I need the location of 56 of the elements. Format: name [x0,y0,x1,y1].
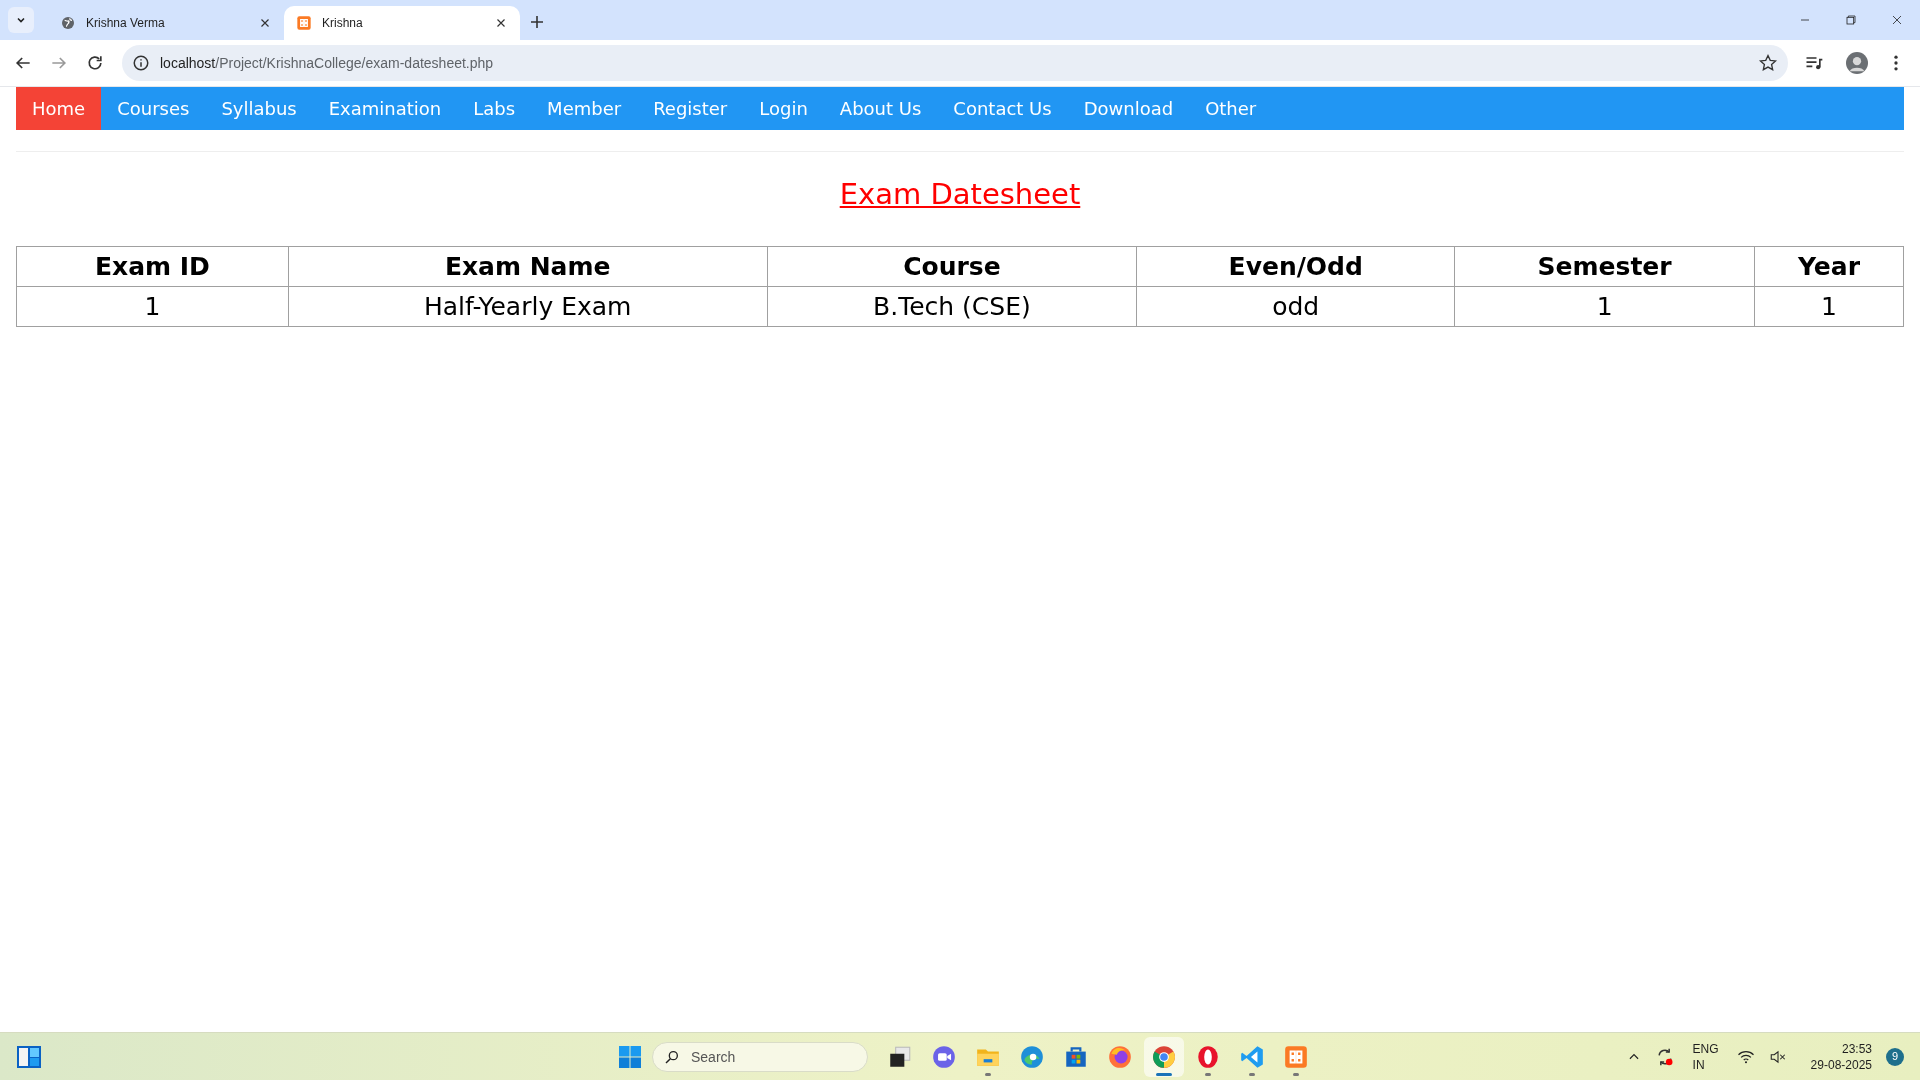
xampp-logo-icon [296,15,312,31]
column-header: Even/Odd [1136,246,1455,287]
edge-browser-icon [1019,1044,1045,1070]
store-bag-icon [1063,1044,1089,1070]
table-cell: Half-Yearly Exam [288,286,768,327]
table-cell: odd [1136,286,1455,327]
language-indicator[interactable]: ENG IN [1688,1040,1723,1073]
nav-link[interactable]: Login [743,87,824,130]
nav-link[interactable]: Examination [312,87,458,130]
browser-tab[interactable]: Krishna [284,6,520,40]
clock-date: 29-08-2025 [1810,1056,1872,1073]
opera-browser-icon [1195,1044,1221,1070]
column-header: Year [1754,246,1904,287]
firefox-browser-icon [1107,1044,1133,1070]
windows-start-icon[interactable] [618,1045,642,1069]
tab-title: Krishna Verma [86,15,166,32]
video-chat-icon [931,1044,957,1070]
nav-link[interactable]: Courses [101,87,206,130]
info-icon[interactable] [132,54,150,72]
nav-link[interactable]: Register [637,87,744,130]
code-editor-icon [1239,1044,1265,1070]
notification-count[interactable]: 9 [1886,1047,1904,1066]
clock-time: 23:53 [1841,1040,1872,1057]
address-bar[interactable]: localhost/Project/KrishnaCollege/exam-datesheet.php [122,45,1788,81]
task-view-icon [887,1044,913,1070]
reload-icon[interactable] [85,53,105,73]
nav-link[interactable]: About Us [823,87,938,130]
page-heading: Exam Datesheet [839,176,1081,213]
column-header: Exam ID [16,246,289,287]
new-tab-icon[interactable] [530,15,544,29]
xampp-logo-icon [1283,1044,1309,1070]
search-icon [664,1049,680,1065]
url-text: localhost/Project/KrishnaCollege/exam-datesheet.php [160,53,495,73]
browser-tab[interactable]: Krishna Verma [48,6,284,40]
column-header: Semester [1454,246,1755,287]
nav-link[interactable]: Home [16,87,102,130]
star-icon[interactable] [1758,53,1778,73]
nav-link[interactable]: Contact Us [937,87,1068,130]
table-cell: 1 [1754,286,1904,327]
nav-link[interactable]: Member [531,87,638,130]
clock[interactable]: 23:53 29-08-2025 [1810,1040,1872,1073]
nav-link[interactable]: Syllabus [205,87,313,130]
restore-icon[interactable] [1843,12,1859,28]
nav-link[interactable]: Labs [457,87,532,130]
nav-link[interactable]: Other [1189,87,1273,130]
widgets-icon[interactable] [16,1044,42,1069]
column-header: Exam Name [288,246,768,287]
table-cell: B.Tech (CSE) [767,286,1137,327]
chrome-browser-icon [1151,1044,1177,1070]
nav-link[interactable]: Download [1067,87,1190,130]
profile-avatar-icon[interactable] [1846,52,1868,74]
table-cell: 1 [16,286,289,327]
column-header: Course [767,246,1137,287]
tab-title: Krishna [322,15,364,32]
search-field[interactable]: Search [652,1042,868,1072]
table-cell: 1 [1454,286,1755,327]
